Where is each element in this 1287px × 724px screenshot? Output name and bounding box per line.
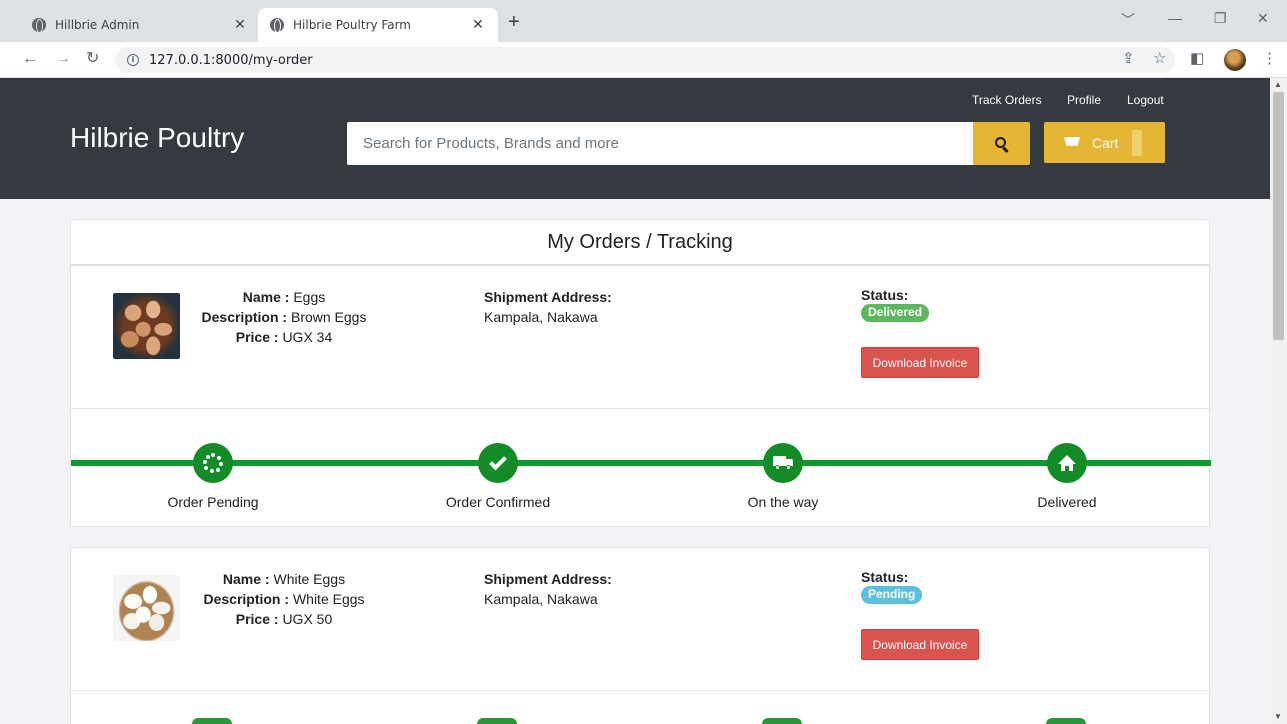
new-tab-icon[interactable]: + [508, 12, 520, 32]
product-name: White Eggs [273, 571, 346, 587]
step-on-the-way: On the way [693, 443, 873, 510]
shipment-address: Kampala, Nakawa [484, 591, 598, 607]
description-label: Description : [201, 309, 288, 325]
step-circle [192, 718, 232, 724]
browser-tab-admin[interactable]: Hillbrie Admin ✕ [20, 8, 260, 42]
site-brand[interactable]: Hilbrie Poultry [70, 122, 244, 154]
window-close-icon[interactable]: ✕ [1257, 10, 1269, 27]
order-card: Name : Eggs Description : Brown Eggs Pri… [70, 265, 1211, 527]
check-icon [489, 452, 507, 470]
menu-kebab-icon[interactable]: ⋮ [1262, 51, 1277, 67]
status-info: Status: Delivered [861, 287, 930, 322]
browser-tab-strip: Hillbrie Admin ✕ Hilbrie Poultry Farm ✕ … [0, 0, 1287, 42]
step-label: Order Pending [167, 494, 259, 510]
price-label: Price : [235, 611, 279, 627]
browser-tab-poultry[interactable]: Hilbrie Poultry Farm ✕ [258, 8, 498, 42]
scroll-up-icon[interactable]: ▲ [1274, 80, 1282, 89]
address-bar-row: ← → ↻ i 127.0.0.1:8000/my-order ⇪ ☆ ◧ ⋮ [0, 42, 1287, 78]
status-badge: Pending [861, 586, 923, 604]
product-image-brown-eggs [113, 293, 180, 359]
home-icon [1058, 455, 1076, 471]
bookmark-star-icon[interactable]: ☆ [1153, 51, 1166, 67]
product-name: Eggs [293, 289, 326, 305]
order-card: Name : White Eggs Description : White Eg… [70, 547, 1211, 724]
cart-icon [1064, 137, 1080, 146]
step-circle [477, 718, 517, 724]
product-description: Brown Eggs [290, 309, 367, 325]
status-info: Status: Pending [861, 569, 923, 604]
logout-link[interactable]: Logout [1127, 93, 1164, 107]
tab-title: Hilbrie Poultry Farm [293, 18, 411, 32]
step-circle [763, 443, 803, 483]
info-icon[interactable]: i [127, 54, 139, 66]
tracking-progress: Order Pending Order Confirmed On the way… [71, 409, 1211, 527]
page-viewport: Hilbrie Poultry Track Orders Profile Log… [0, 78, 1287, 724]
status-label: Status: [861, 287, 909, 303]
product-image-white-eggs [113, 575, 180, 641]
vertical-scrollbar[interactable]: ▲ ▼ [1270, 78, 1287, 724]
tab-title: Hillbrie Admin [55, 18, 140, 32]
step-label: Order Confirmed [445, 494, 551, 510]
product-info: Name : Eggs Description : Brown Eggs Pri… [181, 287, 387, 347]
step-order-confirmed: Order Confirmed [408, 443, 588, 510]
step-delivered: Delivered [977, 443, 1157, 510]
profile-link[interactable]: Profile [1067, 93, 1101, 107]
name-label: Name : [242, 289, 290, 305]
step-circle [1046, 718, 1086, 724]
track-orders-link[interactable]: Track Orders [972, 93, 1042, 107]
download-invoice-button[interactable]: Download Invoice [861, 629, 979, 660]
product-info: Name : White Eggs Description : White Eg… [181, 569, 387, 629]
site-header: Hilbrie Poultry Track Orders Profile Log… [0, 78, 1270, 199]
share-icon[interactable]: ⇪ [1122, 51, 1135, 67]
step-label: On the way [747, 494, 819, 510]
description-label: Description : [203, 591, 290, 607]
url-text: 127.0.0.1:8000/my-order [149, 52, 313, 68]
search-input[interactable] [347, 122, 973, 165]
product-description: White Eggs [292, 591, 365, 607]
step-circle [762, 718, 802, 724]
scroll-down-icon[interactable]: ▼ [1274, 712, 1282, 721]
minimize-icon[interactable]: — [1168, 10, 1182, 26]
shipment-address: Kampala, Nakawa [484, 309, 598, 325]
product-price: UGX 34 [282, 329, 333, 345]
shipment-label: Shipment Address: [484, 289, 612, 305]
profile-avatar[interactable] [1224, 49, 1246, 71]
globe-icon [270, 18, 284, 33]
price-label: Price : [235, 329, 279, 345]
search-icon [994, 136, 1006, 148]
tab-search-icon[interactable]: ﹀ [1121, 10, 1135, 30]
restore-icon[interactable]: ❐ [1214, 10, 1227, 27]
forward-icon[interactable]: → [55, 50, 71, 68]
shipment-info: Shipment Address: Kampala, Nakawa [484, 287, 612, 327]
scrollbar-thumb[interactable] [1273, 92, 1284, 340]
cart-count-badge [1132, 129, 1143, 156]
cart-button[interactable]: Cart [1044, 122, 1165, 163]
spinner-icon [203, 453, 223, 473]
page-title: My Orders / Tracking [70, 219, 1210, 265]
url-field[interactable]: i 127.0.0.1:8000/my-order [115, 47, 1175, 73]
close-icon[interactable]: ✕ [470, 17, 486, 33]
step-circle [1047, 443, 1087, 483]
step-circle [193, 443, 233, 483]
shipment-info: Shipment Address: Kampala, Nakawa [484, 569, 612, 609]
download-invoice-button[interactable]: Download Invoice [861, 347, 979, 378]
order-details-row: Name : Eggs Description : Brown Eggs Pri… [71, 266, 1211, 409]
shipment-label: Shipment Address: [484, 571, 612, 587]
step-label: Delivered [1037, 494, 1097, 510]
status-badge: Delivered [861, 304, 930, 322]
back-icon[interactable]: ← [22, 50, 38, 68]
step-order-pending: Order Pending [123, 443, 303, 510]
close-icon[interactable]: ✕ [232, 17, 248, 33]
reload-icon[interactable]: ↻ [86, 50, 99, 68]
truck-icon [773, 456, 793, 470]
globe-icon [32, 18, 46, 33]
order-details-row: Name : White Eggs Description : White Eg… [71, 548, 1211, 691]
side-panel-icon[interactable]: ◧ [1190, 51, 1204, 67]
search-button[interactable] [973, 122, 1030, 165]
name-label: Name : [222, 571, 270, 587]
cart-label: Cart [1092, 134, 1119, 151]
status-label: Status: [861, 569, 909, 585]
step-circle [478, 443, 518, 483]
product-price: UGX 50 [282, 611, 333, 627]
